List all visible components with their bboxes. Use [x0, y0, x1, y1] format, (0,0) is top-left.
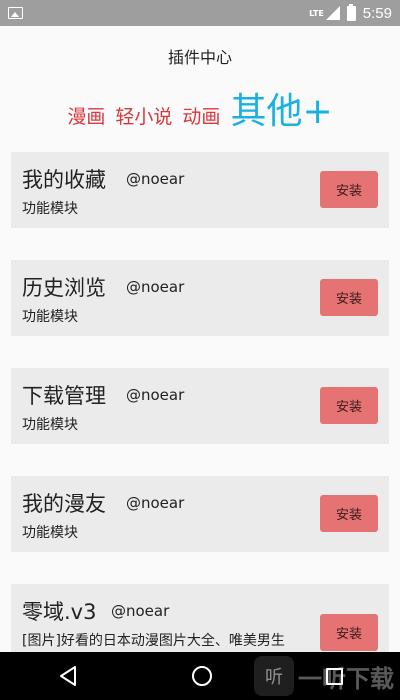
plugin-title: 历史浏览: [22, 276, 106, 300]
plugin-card: 历史浏览 @noear 功能模块 安装: [11, 260, 389, 336]
plugin-description: 功能模块: [22, 201, 78, 217]
plugin-description: 功能模块: [22, 417, 78, 433]
plugin-description: [图片]好看的日本动漫图片大全、唯美男生: [22, 633, 285, 649]
install-button[interactable]: 安装: [320, 279, 378, 316]
tab-other[interactable]: 其他+: [230, 82, 332, 134]
screen: LTE 5:59 插件中心 漫画 轻小说 动画 其他+ 我的收藏 @noear …: [0, 0, 400, 700]
tab-anime[interactable]: 动画: [182, 102, 220, 129]
plugin-author: @noear: [126, 170, 185, 188]
tab-light-novel[interactable]: 轻小说: [115, 102, 172, 129]
page-title: 插件中心: [167, 48, 232, 67]
status-right: LTE 5:59: [309, 3, 392, 22]
plugin-author: @noear: [111, 602, 170, 620]
plugin-description: 功能模块: [22, 525, 78, 541]
watermark-logo-icon: 听: [254, 656, 294, 696]
install-button[interactable]: 安装: [320, 171, 378, 208]
tab-manga[interactable]: 漫画: [67, 102, 105, 129]
plugin-card: 我的收藏 @noear 功能模块 安装: [11, 152, 389, 228]
back-icon[interactable]: [57, 665, 79, 687]
plugin-title: 下载管理: [22, 384, 106, 408]
network-type: LTE: [309, 8, 324, 18]
plugin-author: @noear: [126, 386, 185, 404]
watermark-text: 一听下载: [298, 664, 394, 693]
plugin-author: @noear: [126, 494, 185, 512]
plugin-title: 我的收藏: [22, 168, 106, 192]
install-button[interactable]: 安装: [320, 495, 378, 532]
watermark: 听 一听下载: [254, 656, 394, 696]
install-button[interactable]: 安装: [320, 614, 378, 651]
image-notification-icon: [8, 7, 23, 19]
status-bar: LTE 5:59: [0, 0, 400, 26]
battery-icon: [346, 3, 356, 21]
plugin-title: 我的漫友: [22, 492, 106, 516]
plugin-card: 我的漫友 @noear 功能模块 安装: [11, 476, 389, 552]
plugin-author: @noear: [126, 278, 185, 296]
status-left: [8, 7, 23, 19]
home-icon[interactable]: [192, 666, 213, 686]
category-tabs: 漫画 轻小说 动画 其他+: [0, 82, 400, 134]
plugin-description: 功能模块: [22, 309, 78, 325]
install-button[interactable]: 安装: [320, 387, 378, 424]
signal-icon: [325, 6, 340, 20]
plugin-card: 下载管理 @noear 功能模块 安装: [11, 368, 389, 444]
clock: 5:59: [362, 4, 392, 22]
plugin-title: 零域.v3: [22, 600, 97, 624]
